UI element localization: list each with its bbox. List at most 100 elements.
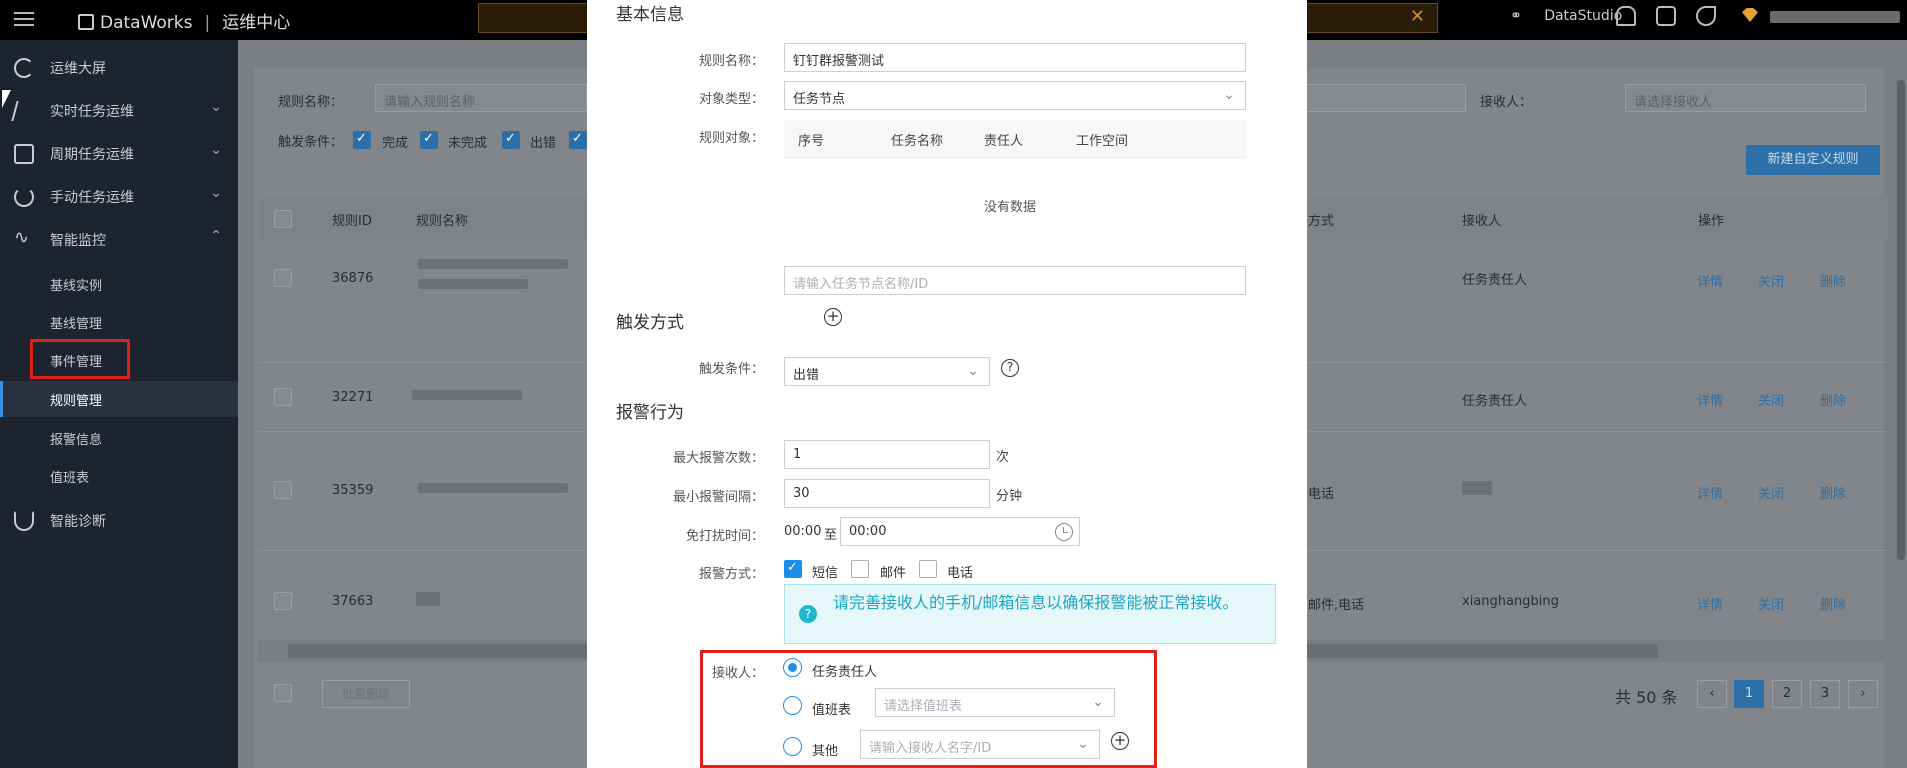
- scrollbar-thumb[interactable]: [1897, 80, 1905, 560]
- sidebar-sub-alert-info[interactable]: 报警信息: [0, 420, 238, 456]
- prev-page-button[interactable]: ‹: [1697, 680, 1727, 708]
- sidebar-sub-baseline-manage[interactable]: 基线管理: [0, 304, 238, 340]
- row-detail-link[interactable]: 详情: [1697, 271, 1723, 290]
- wrench-icon[interactable]: [1696, 6, 1716, 26]
- sidebar-sub-rule-manage[interactable]: 规则管理: [0, 381, 238, 417]
- col-owner: 责任人: [984, 134, 1024, 149]
- row-checkbox[interactable]: [274, 592, 292, 610]
- row-close-link[interactable]: 关闭: [1758, 271, 1784, 290]
- alert-method-label: 报警方式：: [698, 567, 764, 582]
- sidebar-item-label: 运维大屏: [50, 61, 106, 77]
- bell-icon[interactable]: [1616, 6, 1636, 26]
- receiver-roster-radio[interactable]: [783, 696, 802, 715]
- add-circle-icon[interactable]: +: [824, 308, 842, 326]
- row-close-link[interactable]: 关闭: [1758, 483, 1784, 502]
- next-page-button[interactable]: ›: [1848, 680, 1878, 708]
- row-detail-link[interactable]: 详情: [1697, 594, 1723, 613]
- page-2-button[interactable]: 2: [1772, 680, 1802, 708]
- close-icon[interactable]: ✕: [1410, 6, 1425, 27]
- select-all-checkbox[interactable]: [274, 210, 292, 228]
- method-email-checkbox[interactable]: [851, 560, 869, 578]
- page-3-button[interactable]: 3: [1810, 680, 1840, 708]
- row-checkbox[interactable]: [274, 269, 292, 287]
- filter-receiver-label: 接收人：: [1480, 95, 1533, 110]
- row-delete-link[interactable]: 删除: [1820, 483, 1846, 502]
- gem-icon[interactable]: [1742, 8, 1758, 22]
- method-phone-checkbox[interactable]: [919, 560, 937, 578]
- other-receiver-placeholder: 请输入接收人名字/ID: [869, 741, 992, 756]
- row-rule-name-blurred: [416, 592, 440, 606]
- sidebar-item-manual[interactable]: 手动任务运维 ⌄: [0, 177, 238, 217]
- object-type-select[interactable]: 任务节点 ⌄: [784, 81, 1246, 110]
- task-node-input[interactable]: 请输入任务节点名称/ID: [784, 266, 1246, 295]
- row-method: 电话: [1308, 487, 1335, 502]
- filter-receiver-input[interactable]: 请选择接收人: [1625, 84, 1866, 112]
- batch-delete-button[interactable]: 批量删除: [322, 680, 410, 708]
- filter-trigger-checkbox-incomplete[interactable]: [420, 131, 438, 149]
- duty-roster-select[interactable]: 请选择值班表 ⌄: [875, 688, 1115, 717]
- chevron-down-icon: ⌄: [1223, 87, 1235, 103]
- trigger-condition-select[interactable]: 出错 ⌄: [784, 357, 990, 386]
- filter-trigger-checkbox-complete[interactable]: [353, 131, 371, 149]
- object-type-label: 对象类型：: [698, 92, 764, 107]
- dashboard-icon: [14, 58, 34, 78]
- app-logo[interactable]: DataWorks | 运维中心: [78, 8, 290, 33]
- row-detail-link[interactable]: 详情: [1697, 483, 1723, 502]
- user-account-blurred[interactable]: [1770, 11, 1900, 23]
- sidebar-item-label: 智能诊断: [50, 514, 106, 530]
- row-rule-name-blurred: [418, 259, 568, 269]
- help-icon[interactable]: ?: [1001, 359, 1019, 377]
- filter-trigger-checkbox-more[interactable]: [569, 131, 587, 149]
- sidebar-sub-duty-roster[interactable]: 值班表: [0, 458, 238, 494]
- sidebar-item-diagnose[interactable]: 智能诊断: [0, 501, 238, 541]
- page-1-button[interactable]: 1: [1734, 680, 1764, 708]
- add-receiver-icon[interactable]: +: [1111, 732, 1129, 750]
- filter-rule-name-input[interactable]: 请输入规则名称: [375, 84, 587, 112]
- other-receiver-input[interactable]: 请输入接收人名字/ID ⌄: [860, 730, 1100, 759]
- rule-object-label: 规则对象：: [698, 131, 764, 146]
- clock-icon[interactable]: [1055, 523, 1073, 541]
- method-sms-checkbox[interactable]: [784, 560, 802, 578]
- receiver-label: 接收人：: [711, 666, 764, 681]
- row-close-link[interactable]: 关闭: [1758, 390, 1784, 409]
- row-rule-name-blurred: [412, 390, 522, 400]
- receiver-owner-radio[interactable]: [783, 658, 802, 677]
- row-delete-link[interactable]: 删除: [1820, 594, 1846, 613]
- sidebar-item-monitor[interactable]: ∿ 智能监控 ⌃: [0, 220, 238, 260]
- sidebar-item-dashboard[interactable]: 运维大屏: [0, 48, 238, 88]
- receiver-info-notice: ? 请完善接收人的手机/邮箱信息以确保报警能被正常接收。: [784, 584, 1276, 644]
- duty-roster-placeholder: 请选择值班表: [884, 699, 963, 714]
- menu-icon[interactable]: [12, 8, 36, 32]
- sidebar-item-label: 实时任务运维: [50, 104, 134, 120]
- sidebar-sub-label: 值班表: [50, 471, 90, 486]
- col-task-name: 任务名称: [891, 134, 944, 149]
- row-checkbox[interactable]: [274, 481, 292, 499]
- question-icon[interactable]: [1656, 6, 1676, 26]
- sidebar: 运维大屏 实时任务运维 ⌄ 周期任务运维 ⌄ 手动任务运维 ⌄ ∿ 智能监控 ⌃…: [0, 40, 238, 768]
- sidebar-item-cycle[interactable]: 周期任务运维 ⌄: [0, 134, 238, 174]
- dnd-start-time[interactable]: 00:00: [784, 524, 821, 539]
- rule-name-input[interactable]: 钉钉群报警测试: [784, 43, 1246, 72]
- sidebar-item-realtime[interactable]: 实时任务运维 ⌄: [0, 91, 238, 131]
- row-detail-link[interactable]: 详情: [1697, 390, 1723, 409]
- page-vertical-scrollbar[interactable]: [1895, 40, 1907, 768]
- section-alert-behavior: 报警行为: [616, 403, 684, 423]
- receiver-other-radio[interactable]: [783, 737, 802, 756]
- row-rule-id: 35359: [332, 483, 374, 498]
- min-interval-input[interactable]: 30: [784, 479, 990, 508]
- dnd-end-time-input[interactable]: 00:00: [840, 517, 1080, 546]
- row-delete-link[interactable]: 删除: [1820, 271, 1846, 290]
- row-close-link[interactable]: 关闭: [1758, 594, 1784, 613]
- footer-select-all-checkbox[interactable]: [274, 684, 292, 702]
- row-delete-link[interactable]: 删除: [1820, 390, 1846, 409]
- sidebar-sub-baseline-instance[interactable]: 基线实例: [0, 266, 238, 302]
- filter-middle-input[interactable]: [1300, 84, 1466, 112]
- row-checkbox[interactable]: [274, 388, 292, 406]
- filter-trigger-checkbox-error[interactable]: [502, 131, 520, 149]
- min-interval-label: 最小报警间隔：: [672, 490, 764, 505]
- new-custom-rule-button[interactable]: 新建自定义规则: [1746, 145, 1880, 175]
- max-alerts-input[interactable]: 1: [784, 440, 990, 469]
- chevron-down-icon: ⌄: [210, 185, 222, 201]
- cycle-icon: [14, 144, 34, 164]
- method-sms-label: 短信: [812, 566, 839, 581]
